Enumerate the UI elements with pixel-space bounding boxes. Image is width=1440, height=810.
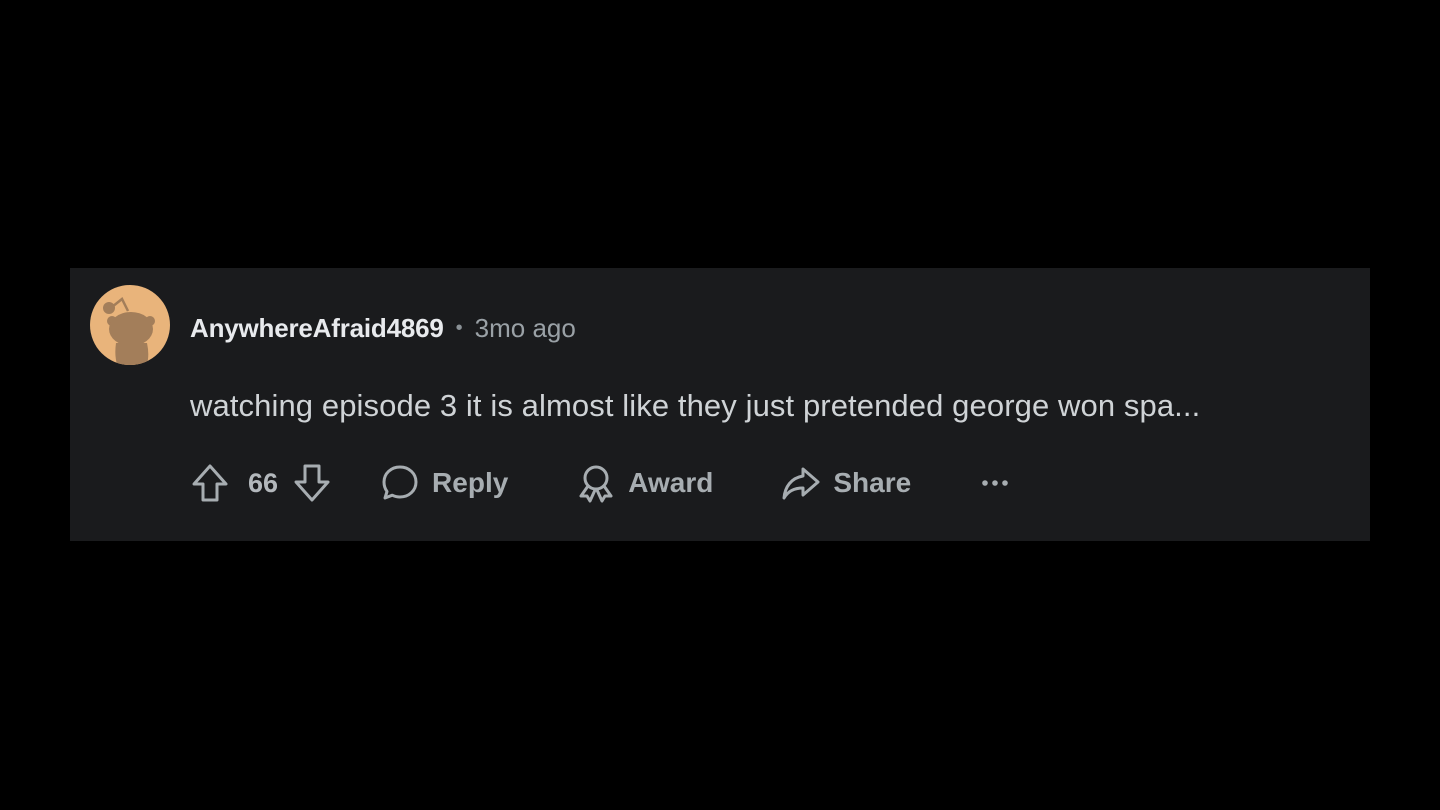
more-horizontal-icon [982, 480, 1009, 486]
share-button[interactable]: Share [781, 463, 911, 503]
user-avatar[interactable] [90, 285, 170, 365]
award-label: Award [628, 467, 714, 498]
reply-label: Reply [432, 467, 509, 498]
share-arrow-icon [781, 463, 821, 503]
vote-score: 66 [248, 467, 279, 498]
comment-body: watching episode 3 it is almost like the… [190, 388, 1201, 423]
award-button[interactable]: Award [576, 463, 713, 503]
reply-button[interactable]: Reply [380, 463, 508, 503]
comment-header: AnywhereAfraid4869 • 3mo ago [190, 310, 576, 346]
comment-timestamp[interactable]: 3mo ago [475, 313, 576, 344]
downvote-button[interactable] [292, 463, 332, 503]
upvote-button[interactable] [190, 463, 230, 503]
share-label: Share [833, 467, 912, 498]
award-ribbon-icon [576, 463, 616, 503]
snoo-avatar-icon [103, 297, 155, 365]
username-link[interactable]: AnywhereAfraid4869 [190, 313, 444, 344]
meta-separator: • [455, 316, 463, 339]
comment-card: AnywhereAfraid4869 • 3mo ago watching ep… [70, 268, 1370, 541]
upvote-arrow-icon [192, 464, 228, 502]
speech-bubble-icon [380, 463, 420, 503]
vote-group: 66 [190, 463, 332, 503]
more-options-button[interactable] [975, 463, 1015, 503]
comment-action-bar: 66 Reply Award Share [190, 458, 1015, 508]
downvote-arrow-icon [294, 464, 330, 502]
